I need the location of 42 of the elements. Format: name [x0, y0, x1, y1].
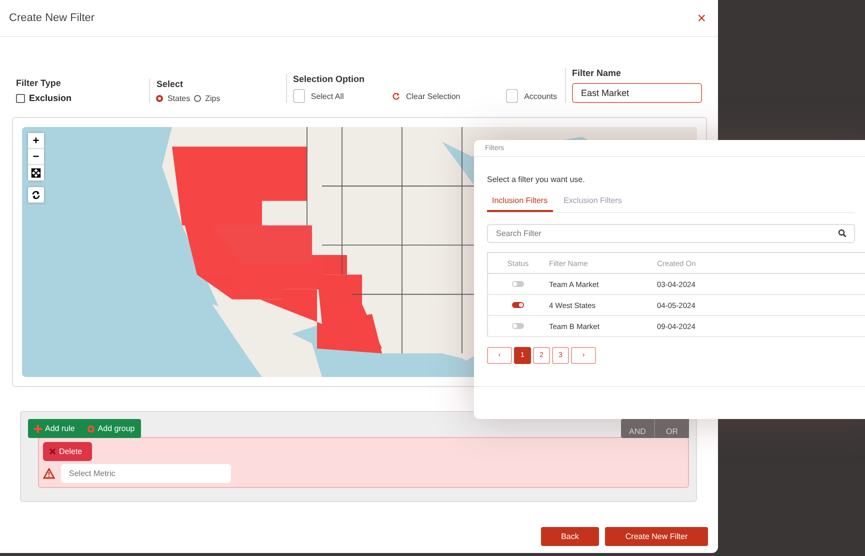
tab[interactable]: Exclusion Filters	[558, 196, 627, 212]
search-icon	[838, 229, 846, 237]
plus-icon	[34, 424, 42, 432]
close-icon	[49, 448, 56, 455]
radio-button[interactable]	[156, 95, 164, 102]
filter-name-field[interactable]: East Market	[572, 83, 702, 103]
close-button[interactable]: ×	[697, 10, 706, 26]
plus-circle-icon	[86, 424, 95, 432]
add-group-button[interactable]: Add group	[80, 419, 141, 438]
field-label: Select	[156, 79, 184, 89]
clear-selection-link[interactable]: Clear Selection	[406, 92, 460, 100]
refresh-icon	[392, 91, 400, 101]
zoom-out-button[interactable]: −	[28, 149, 44, 165]
metric-field[interactable]: Select Metric	[61, 464, 231, 483]
instruction-text: Select a filter you want use.	[487, 175, 586, 184]
checkbox-label: Exclusion	[29, 93, 72, 103]
create-filter-button[interactable]: Create New Filter	[605, 527, 708, 546]
radio-label: States	[167, 94, 190, 103]
toggle-switch[interactable]	[512, 280, 524, 286]
field-label: Filter Name	[572, 68, 622, 78]
field-label: Selection Option	[293, 74, 366, 84]
warning-icon	[43, 468, 55, 479]
back-button[interactable]: Back	[541, 527, 599, 546]
radio-label: Zips	[205, 94, 220, 103]
search-field[interactable]: Search Filter	[487, 224, 855, 243]
toggle-switch[interactable]	[512, 322, 524, 328]
delete-button[interactable]: Delete	[43, 442, 92, 461]
zoom-in-button[interactable]: +	[28, 133, 44, 149]
condition-button[interactable]: OR	[655, 419, 689, 438]
condition-button[interactable]: AND	[621, 419, 655, 438]
refresh-icon	[31, 190, 41, 200]
add-rule-button[interactable]: Add rule	[28, 419, 81, 438]
dialog-title: Create New Filter	[9, 12, 95, 24]
checkbox-label: Select All	[310, 92, 344, 100]
radio-button[interactable]	[194, 95, 202, 102]
tab[interactable]: Inclusion Filters	[487, 196, 553, 212]
fullscreen-button[interactable]	[28, 165, 44, 181]
toggle-switch[interactable]	[512, 302, 524, 308]
checkbox-label: Accounts	[524, 92, 557, 100]
refresh-button[interactable]	[28, 187, 44, 203]
field-label: Filter Type	[16, 78, 62, 88]
checkbox[interactable]	[16, 94, 25, 102]
